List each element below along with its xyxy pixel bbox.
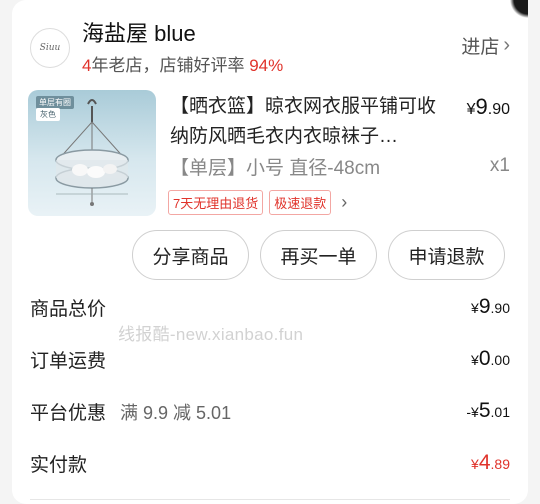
enter-shop-button[interactable]: 进店 ›: [461, 32, 510, 59]
summary-shipping-label: 订单运费: [30, 350, 107, 372]
divider: [30, 499, 510, 500]
summary-row-paid: 实付款 ¥4.89: [30, 448, 510, 478]
summary-discount-label: 平台优惠满 9.9 减 5.01: [30, 398, 231, 425]
product-spec: 【单层】小号 直径-48cm: [170, 158, 381, 179]
share-product-button[interactable]: 分享商品: [132, 230, 249, 280]
product-price: ¥9.90: [467, 94, 510, 120]
summary-total-label: 商品总价: [30, 298, 107, 320]
summary-shipping-amount: ¥0.00: [471, 347, 510, 371]
summary-row-discount: 平台优惠满 9.9 减 5.01 -¥5.01: [30, 396, 510, 426]
currency-symbol: ¥: [471, 352, 479, 368]
price-int: 9: [475, 94, 488, 119]
request-refund-button[interactable]: 申请退款: [388, 230, 505, 280]
amount-int: 0: [478, 347, 491, 370]
corner-shadow: [500, 0, 528, 34]
shop-years-suffix: 年老店，店铺好评率: [91, 56, 245, 75]
summary-paid-amount: ¥4.89: [471, 451, 510, 475]
currency-symbol: ¥: [471, 300, 479, 316]
summary-total-amount: ¥9.90: [471, 295, 510, 319]
shop-meta: 4年老店，店铺好评率 94%: [82, 51, 283, 76]
product-title[interactable]: 【晒衣篮】晾衣网衣服平铺可收纳防风晒毛衣内衣晾袜子…: [170, 92, 440, 152]
amount-int: 5: [478, 399, 491, 422]
currency-symbol: -¥: [466, 404, 479, 420]
action-buttons: 分享商品 再买一单 申请退款: [132, 230, 505, 280]
chevron-right-icon: ›: [503, 34, 510, 56]
product-thumbnail[interactable]: 单层有圈 灰色: [28, 90, 156, 216]
product-quantity: x1: [489, 155, 510, 176]
summary-row-shipping: 订单运费 ¥0.00: [30, 344, 510, 374]
shop-rating: 94%: [249, 56, 284, 75]
summary-discount-amount: -¥5.01: [466, 399, 510, 423]
drying-basket-image: [55, 99, 129, 206]
badge-7day-return: 7天无理由退货: [168, 190, 264, 215]
currency-symbol: ¥: [471, 456, 479, 472]
shop-logo[interactable]: Siuu: [30, 28, 70, 68]
buy-again-button[interactable]: 再买一单: [260, 230, 377, 280]
amount-int: 4: [478, 451, 491, 474]
watermark: 线报酷-new.xianbao.fun: [118, 325, 304, 344]
enter-shop-label: 进店: [461, 37, 500, 58]
chevron-right-icon: ›: [341, 192, 348, 212]
discount-label-text: 平台优惠: [30, 402, 107, 424]
shop-name[interactable]: 海盐屋 blue: [82, 16, 196, 48]
amount-dec: .89: [490, 456, 510, 472]
discount-detail: 满 9.9 减 5.01: [120, 402, 232, 423]
badge-fast-refund: 极速退款: [269, 190, 332, 215]
price-dec: .90: [487, 101, 510, 118]
amount-dec: .01: [490, 404, 510, 420]
service-badges[interactable]: 7天无理由退货 极速退款 ›: [168, 190, 347, 215]
summary-paid-label: 实付款: [30, 454, 88, 476]
amount-int: 9: [478, 295, 491, 318]
amount-dec: .90: [490, 300, 510, 316]
summary-row-total: 商品总价 ¥9.90: [30, 292, 510, 322]
amount-dec: .00: [490, 352, 510, 368]
price-symbol: ¥: [466, 101, 476, 118]
